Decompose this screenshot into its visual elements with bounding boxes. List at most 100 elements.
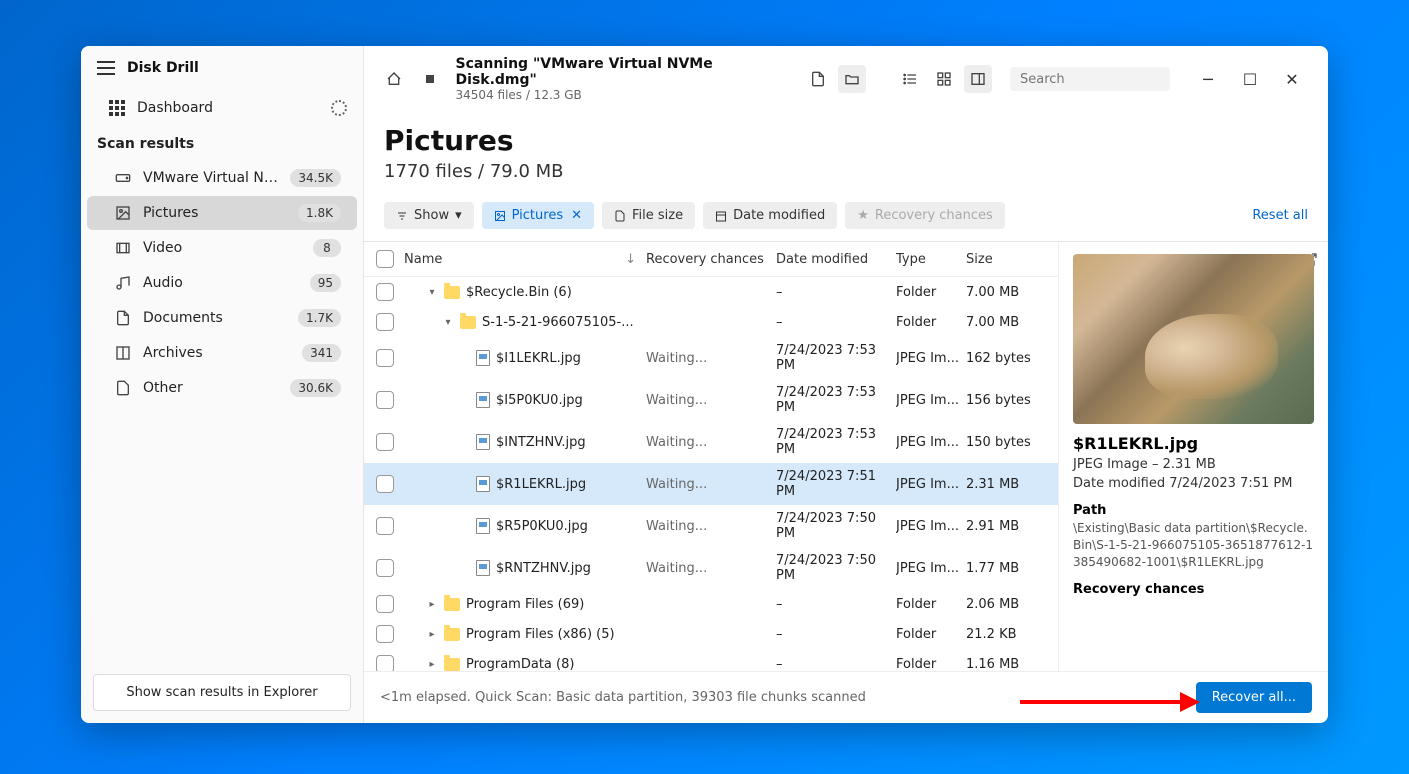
show-in-explorer-button[interactable]: Show scan results in Explorer	[93, 674, 351, 711]
chevron-down-icon: ▾	[455, 208, 462, 223]
column-name[interactable]: Name ↓	[404, 252, 646, 267]
hamburger-icon[interactable]	[97, 61, 115, 75]
row-size: 2.31 MB	[966, 477, 1046, 492]
row-checkbox[interactable]	[376, 517, 394, 535]
pictures-filter-chip[interactable]: Pictures✕	[482, 202, 594, 229]
minimize-button[interactable]: ─	[1188, 65, 1228, 93]
row-checkbox[interactable]	[376, 349, 394, 367]
sidebar-item-documents[interactable]: Documents 1.7K	[87, 301, 357, 335]
search-input[interactable]	[1020, 72, 1190, 87]
row-date: 7/24/2023 7:50 PM	[776, 553, 896, 583]
row-recovery: Waiting...	[646, 477, 776, 492]
row-date: 7/24/2023 7:53 PM	[776, 427, 896, 457]
file-icon	[476, 476, 490, 492]
table-row[interactable]: $R1LEKRL.jpgWaiting...7/24/2023 7:51 PMJ…	[364, 463, 1058, 505]
preview-image	[1073, 254, 1314, 424]
sort-icon: ↓	[625, 252, 636, 267]
row-size: 21.2 KB	[966, 627, 1046, 642]
row-checkbox[interactable]	[376, 625, 394, 643]
date-modified-filter-button[interactable]: Date modified	[703, 202, 837, 229]
table-row[interactable]: ▾$Recycle.Bin (6)–Folder7.00 MB	[364, 277, 1058, 307]
sidebar-item-pictures[interactable]: Pictures1.8K	[87, 196, 357, 230]
row-name: ProgramData (8)	[466, 657, 574, 672]
table-row[interactable]: ▾S-1-5-21-966075105-...–Folder7.00 MB	[364, 307, 1058, 337]
preview-recovery-label: Recovery chances	[1073, 582, 1314, 597]
row-checkbox[interactable]	[376, 313, 394, 331]
table-header: Name ↓ Recovery chances Date modified Ty…	[364, 242, 1058, 277]
folder-view-icon[interactable]	[838, 65, 866, 93]
row-date: –	[776, 597, 896, 612]
row-name: $I1LEKRL.jpg	[496, 351, 581, 366]
sidebar-item-badge: 1.7K	[298, 309, 341, 327]
grid-view-icon[interactable]	[930, 65, 958, 93]
archive-icon	[115, 345, 131, 361]
show-filter-button[interactable]: Show▾	[384, 202, 474, 229]
search-box[interactable]	[1010, 67, 1170, 91]
expand-icon[interactable]: ▾	[426, 287, 438, 298]
table-row[interactable]: ▸Program Files (69)–Folder2.06 MB	[364, 589, 1058, 619]
column-date[interactable]: Date modified	[776, 252, 896, 267]
table-row[interactable]: $R5P0KU0.jpgWaiting...7/24/2023 7:50 PMJ…	[364, 505, 1058, 547]
file-icon[interactable]	[804, 65, 832, 93]
table-row[interactable]: $I1LEKRL.jpgWaiting...7/24/2023 7:53 PMJ…	[364, 337, 1058, 379]
expand-icon[interactable]: ▾	[442, 317, 454, 328]
panel-view-icon[interactable]	[964, 65, 992, 93]
close-icon[interactable]: ✕	[571, 208, 582, 223]
file-size-filter-button[interactable]: File size	[602, 202, 695, 229]
audio-icon	[115, 275, 131, 291]
stop-icon[interactable]	[416, 65, 444, 93]
column-recovery[interactable]: Recovery chances	[646, 252, 776, 267]
row-checkbox[interactable]	[376, 283, 394, 301]
table-row[interactable]: $I5P0KU0.jpgWaiting...7/24/2023 7:53 PMJ…	[364, 379, 1058, 421]
sidebar: Disk Drill Dashboard Scan results VMware…	[81, 46, 364, 723]
star-icon: ★	[857, 208, 869, 223]
page-title: Pictures	[384, 124, 1308, 157]
row-date: 7/24/2023 7:51 PM	[776, 469, 896, 499]
close-button[interactable]: ✕	[1272, 65, 1312, 93]
table-row[interactable]: ▸ProgramData (8)–Folder1.16 MB	[364, 649, 1058, 671]
row-checkbox[interactable]	[376, 391, 394, 409]
maximize-button[interactable]: ☐	[1230, 65, 1270, 93]
table-row[interactable]: $RNTZHNV.jpgWaiting...7/24/2023 7:50 PMJ…	[364, 547, 1058, 589]
row-recovery: Waiting...	[646, 351, 776, 366]
table-row[interactable]: ▸Program Files (x86) (5)–Folder21.2 KB	[364, 619, 1058, 649]
list-view-icon[interactable]	[896, 65, 924, 93]
section-subtitle: 1770 files / 79.0 MB	[364, 157, 1328, 194]
reset-all-link[interactable]: Reset all	[1252, 208, 1308, 223]
table-row[interactable]: $INTZHNV.jpgWaiting...7/24/2023 7:53 PMJ…	[364, 421, 1058, 463]
recover-all-button[interactable]: Recover all...	[1196, 682, 1312, 713]
column-type[interactable]: Type	[896, 252, 966, 267]
sidebar-item-archives[interactable]: Archives341	[87, 336, 357, 370]
sidebar-item-label: Documents	[143, 310, 286, 326]
sidebar-item-video[interactable]: Video8	[87, 231, 357, 265]
row-checkbox[interactable]	[376, 475, 394, 493]
row-recovery: Waiting...	[646, 561, 776, 576]
expand-icon[interactable]: ▸	[426, 629, 438, 640]
preview-path-label: Path	[1073, 503, 1314, 518]
row-date: –	[776, 627, 896, 642]
row-checkbox[interactable]	[376, 559, 394, 577]
row-checkbox[interactable]	[376, 655, 394, 671]
column-size[interactable]: Size	[966, 252, 1046, 267]
sidebar-item-other[interactable]: Other30.6K	[87, 371, 357, 405]
sidebar-item-audio[interactable]: Audio95	[87, 266, 357, 300]
home-icon[interactable]	[380, 65, 408, 93]
sidebar-item-vmware-virtual-nvme-[interactable]: VMware Virtual NVMe...34.5K	[87, 161, 357, 195]
select-all-checkbox[interactable]	[376, 250, 394, 268]
row-date: 7/24/2023 7:53 PM	[776, 385, 896, 415]
row-checkbox[interactable]	[376, 433, 394, 451]
scan-results-header: Scan results	[81, 126, 363, 160]
row-checkbox[interactable]	[376, 595, 394, 613]
row-name: Program Files (69)	[466, 597, 584, 612]
expand-icon[interactable]: ▸	[426, 659, 438, 670]
dashboard-label: Dashboard	[137, 100, 319, 116]
sidebar-item-dashboard[interactable]: Dashboard	[81, 90, 363, 126]
preview-filename: $R1LEKRL.jpg	[1073, 434, 1314, 453]
row-type: JPEG Im...	[896, 519, 966, 534]
row-type: JPEG Im...	[896, 351, 966, 366]
sidebar-item-badge: 34.5K	[290, 169, 341, 187]
recovery-chances-filter-button[interactable]: ★Recovery chances	[845, 202, 1005, 229]
view-toolbar	[804, 65, 992, 93]
row-size: 162 bytes	[966, 351, 1046, 366]
expand-icon[interactable]: ▸	[426, 599, 438, 610]
